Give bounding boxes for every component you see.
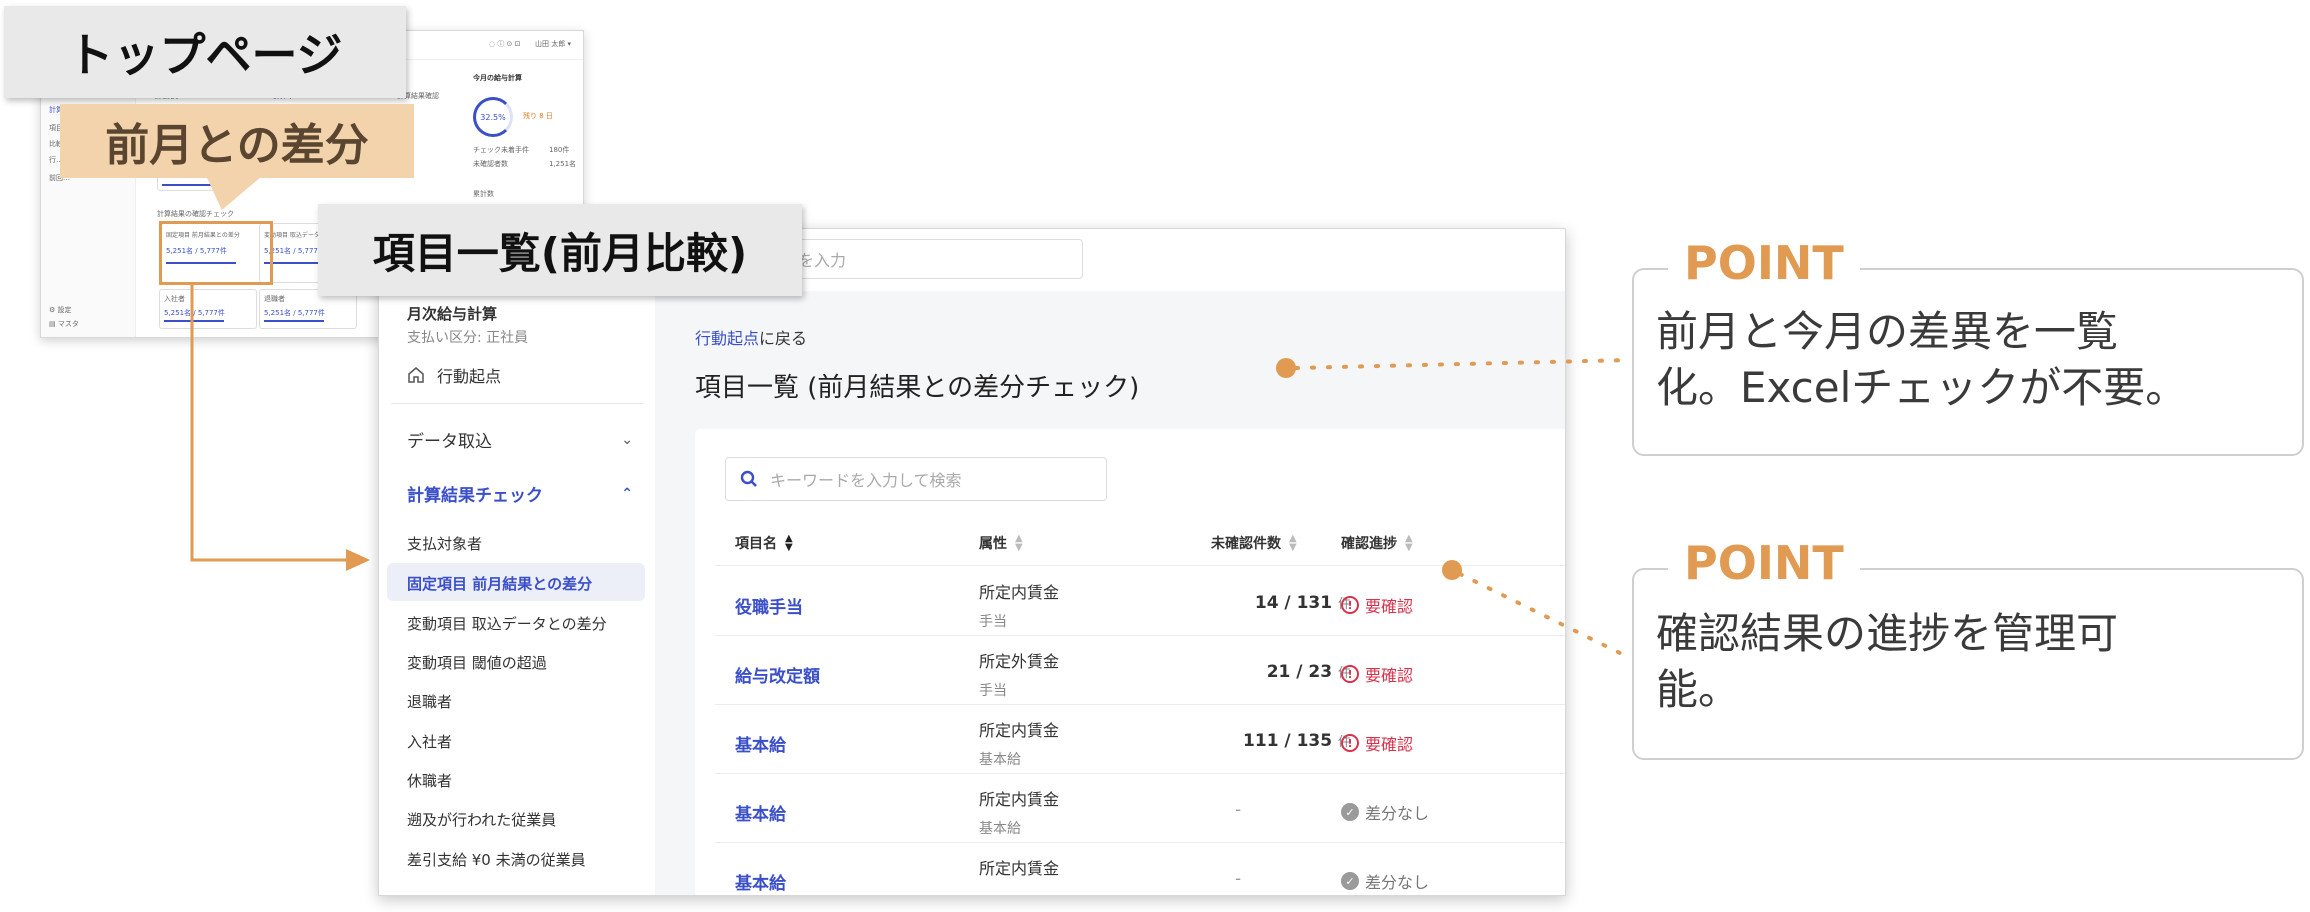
- point-title-2: POINT: [1668, 536, 1860, 590]
- point-title-1: POINT: [1668, 236, 1860, 290]
- point-text-1-line1: 前月と今月の差異を一覧: [1656, 307, 2119, 356]
- point-text-1-line2: 化。Excelチェックが不要。: [1656, 363, 2188, 412]
- callout-connectors: [1276, 358, 1632, 660]
- point-text-2-line2: 能。: [1656, 665, 1741, 714]
- point-text-2-line1: 確認結果の進捗を管理可: [1656, 609, 2119, 658]
- point-text-1: 前月と今月の差異を一覧 化。Excelチェックが不要。: [1656, 304, 2187, 416]
- point-text-2: 確認結果の進捗を管理可 能。: [1656, 606, 2118, 718]
